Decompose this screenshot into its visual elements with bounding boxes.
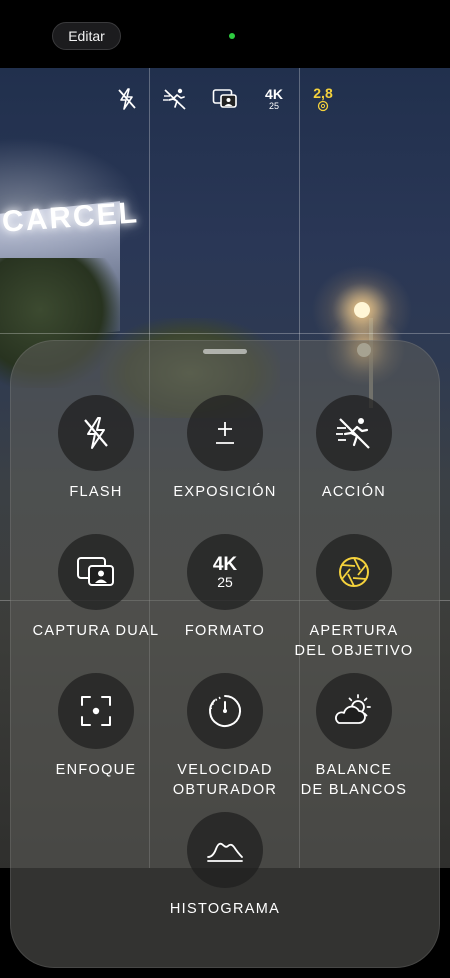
- white-balance-icon: [335, 694, 371, 724]
- control-label: ACCIÓN: [321, 484, 387, 500]
- flash-button[interactable]: [58, 395, 134, 471]
- control-label: ENFOQUE: [55, 762, 137, 778]
- control-white-balance[interactable]: BALANCE DE BLANCOS: [279, 673, 429, 800]
- format-fps: 25: [217, 573, 233, 590]
- aperture-icon: [339, 557, 369, 587]
- control-format[interactable]: 4K 25 FORMATO: [150, 534, 300, 641]
- control-label: EXPOSICIÓN: [173, 484, 277, 500]
- action-mode-off-icon: [336, 418, 370, 449]
- histogram-icon: [207, 842, 243, 862]
- control-histogram[interactable]: HISTOGRAMA: [150, 812, 300, 919]
- format-resolution: 4K: [212, 553, 238, 575]
- focus-button[interactable]: [58, 673, 134, 749]
- flash-off-icon[interactable]: [114, 84, 140, 114]
- white-balance-button[interactable]: [316, 673, 392, 749]
- camera-in-use-indicator: [229, 33, 235, 39]
- dual-capture-button[interactable]: [58, 534, 134, 610]
- aperture-icon: [317, 100, 329, 112]
- exposure-button[interactable]: [187, 395, 263, 471]
- dual-capture-icon: [77, 557, 114, 586]
- control-action[interactable]: ACCIÓN: [279, 395, 429, 502]
- grid-line: [0, 333, 450, 334]
- panel-drag-handle[interactable]: [203, 349, 247, 354]
- aperture-indicator[interactable]: 2,8: [309, 84, 337, 114]
- action-mode-button[interactable]: [316, 395, 392, 471]
- format-indicator[interactable]: 4K 25: [262, 84, 286, 114]
- camera-status-row: 4K 25 2,8: [0, 84, 450, 114]
- top-bar: Editar: [0, 0, 450, 68]
- focus-icon: [81, 696, 111, 726]
- aperture-value: 2,8: [313, 85, 333, 101]
- camera-controls-panel: FLASH EXPOSICIÓN ACCIÓN CAPTURA DUAL 4K …: [10, 340, 440, 968]
- control-label: VELOCIDAD OBTURADOR: [172, 762, 278, 798]
- control-label: CAPTURA DUAL: [32, 623, 160, 639]
- control-exposure[interactable]: EXPOSICIÓN: [150, 395, 300, 502]
- dual-capture-icon[interactable]: [211, 84, 239, 114]
- action-mode-off-icon[interactable]: [162, 84, 188, 114]
- control-focus[interactable]: ENFOQUE: [21, 673, 171, 780]
- control-flash[interactable]: FLASH: [21, 395, 171, 502]
- format-button[interactable]: 4K 25: [187, 534, 263, 610]
- aperture-button[interactable]: [316, 534, 392, 610]
- control-label: HISTOGRAMA: [169, 901, 281, 917]
- control-aperture[interactable]: APERTURA DEL OBJETIVO: [279, 534, 429, 661]
- control-label: FLASH: [69, 484, 123, 500]
- scene-lamp-light: [354, 302, 370, 318]
- control-dual-capture[interactable]: CAPTURA DUAL: [21, 534, 171, 641]
- control-label: BALANCE DE BLANCOS: [300, 762, 408, 798]
- histogram-button[interactable]: [187, 812, 263, 888]
- control-shutter-speed[interactable]: VELOCIDAD OBTURADOR: [150, 673, 300, 800]
- exposure-icon: [216, 422, 234, 444]
- flash-off-icon: [84, 417, 108, 449]
- format-fps: 25: [268, 101, 279, 111]
- control-label: FORMATO: [184, 623, 266, 639]
- shutter-speed-button[interactable]: [187, 673, 263, 749]
- control-label: APERTURA DEL OBJETIVO: [294, 623, 414, 659]
- shutter-speed-icon: [209, 695, 241, 727]
- format-resolution: 4K: [265, 86, 283, 102]
- edit-button[interactable]: Editar: [52, 22, 121, 50]
